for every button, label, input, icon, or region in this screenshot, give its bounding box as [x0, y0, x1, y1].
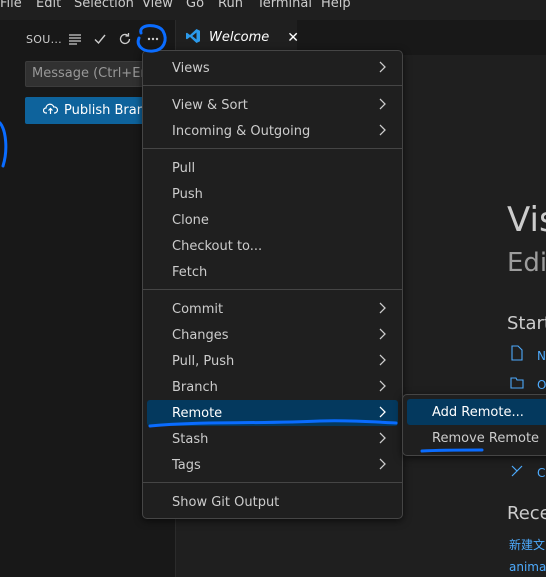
menu-item-label: Tags — [172, 457, 201, 473]
recent-heading: Rece — [507, 503, 546, 524]
start-link-open[interactable]: O — [537, 378, 546, 392]
chevron-right-icon — [378, 302, 386, 318]
menu-separator — [143, 85, 402, 86]
new-file-icon[interactable] — [509, 345, 525, 365]
menu-item-branch[interactable]: Branch — [147, 374, 398, 400]
menu-item-push[interactable]: Push — [147, 181, 398, 207]
tab-label: Welcome — [209, 30, 270, 45]
welcome-subtitle: Edit — [507, 248, 546, 278]
menu-item-views[interactable]: Views — [147, 55, 398, 81]
cloud-upload-icon — [42, 102, 59, 119]
chevron-right-icon — [378, 124, 386, 140]
menu-item-label: Add Remote... — [432, 404, 524, 420]
menu-item-label: Fetch — [172, 264, 208, 280]
menu-item-label: Pull — [172, 160, 196, 176]
menu-item-incoming-outgoing[interactable]: Incoming & Outgoing — [147, 118, 398, 144]
menu-separator — [143, 482, 402, 483]
menu-item-add-remote[interactable]: Add Remote... — [407, 399, 546, 425]
menu-item-show-git-output[interactable]: Show Git Output — [147, 489, 398, 515]
menu-item-commit[interactable]: Commit — [147, 296, 398, 322]
menu-item-view-sort[interactable]: View & Sort — [147, 92, 398, 118]
chevron-right-icon — [378, 354, 386, 370]
menu-item-pull[interactable]: Pull — [147, 155, 398, 181]
menu-item-stash[interactable]: Stash — [147, 426, 398, 452]
menu-item-label: Views — [172, 60, 210, 76]
menu-view[interactable]: View — [142, 0, 173, 11]
menu-item-remote[interactable]: Remote — [147, 400, 398, 426]
menu-item-checkout[interactable]: Checkout to... — [147, 233, 398, 259]
menu-item-label: Changes — [172, 327, 229, 343]
check-icon[interactable] — [91, 30, 109, 48]
close-icon[interactable]: ✕ — [287, 30, 299, 46]
menu-item-pull-push[interactable]: Pull, Push — [147, 348, 398, 374]
activity-bar — [0, 20, 7, 577]
chevron-right-icon — [378, 328, 386, 344]
menu-bar: File Edit Selection View Go Run Terminal… — [0, 0, 546, 12]
chevron-right-icon — [378, 98, 386, 114]
menu-item-label: Remote — [172, 405, 223, 421]
sidebar-title: SOU... — [26, 33, 62, 46]
menu-file[interactable]: File — [0, 0, 22, 11]
source-control-more-menu: Views View & Sort Incoming & Outgoing Pu… — [142, 50, 403, 519]
list-icon[interactable] — [66, 30, 84, 48]
remote-submenu: Add Remote... Remove Remote — [402, 394, 546, 456]
menu-item-label: Clone — [172, 212, 209, 228]
recent-item[interactable]: animat — [509, 560, 546, 574]
chevron-right-icon — [378, 406, 386, 422]
menu-item-label: Branch — [172, 379, 218, 395]
menu-item-remove-remote[interactable]: Remove Remote — [407, 425, 546, 451]
publish-branch-button[interactable]: Publish Branch — [25, 97, 160, 124]
menu-item-label: Remove Remote — [432, 430, 540, 446]
menu-item-label: Checkout to... — [172, 238, 263, 254]
menu-item-label: View & Sort — [172, 97, 248, 113]
menu-separator — [143, 148, 402, 149]
refresh-icon[interactable] — [116, 30, 134, 48]
commit-message-input[interactable]: Message (Ctrl+Ente — [25, 61, 160, 87]
start-link-new[interactable]: N — [537, 349, 546, 363]
menu-separator — [143, 289, 402, 290]
menu-item-changes[interactable]: Changes — [147, 322, 398, 348]
connect-icon[interactable] — [509, 463, 525, 483]
menu-item-fetch[interactable]: Fetch — [147, 259, 398, 285]
menu-item-label: Pull, Push — [172, 353, 235, 369]
vscode-logo-icon — [185, 28, 201, 48]
start-heading: Start — [507, 313, 546, 334]
menu-item-label: Stash — [172, 431, 209, 447]
menu-item-tags[interactable]: Tags — [147, 452, 398, 478]
menu-item-label: Commit — [172, 301, 224, 317]
menu-run[interactable]: Run — [218, 0, 243, 11]
menu-selection[interactable]: Selection — [74, 0, 134, 11]
menu-help[interactable]: Help — [321, 0, 351, 11]
menu-go[interactable]: Go — [186, 0, 204, 11]
more-actions-icon[interactable] — [144, 30, 162, 48]
recent-item[interactable]: 新建文 — [509, 536, 545, 553]
chevron-right-icon — [378, 380, 386, 396]
welcome-title: Vis — [507, 200, 546, 240]
menu-item-clone[interactable]: Clone — [147, 207, 398, 233]
chevron-right-icon — [378, 432, 386, 448]
menu-edit[interactable]: Edit — [36, 0, 61, 11]
menu-item-label: Push — [172, 186, 203, 202]
chevron-right-icon — [378, 458, 386, 474]
menu-terminal[interactable]: Terminal — [257, 0, 312, 11]
menu-item-label: Show Git Output — [172, 494, 280, 510]
chevron-right-icon — [378, 61, 386, 77]
start-link-connect[interactable]: C — [537, 466, 545, 480]
menu-item-label: Incoming & Outgoing — [172, 123, 311, 139]
open-file-icon[interactable] — [509, 374, 525, 394]
